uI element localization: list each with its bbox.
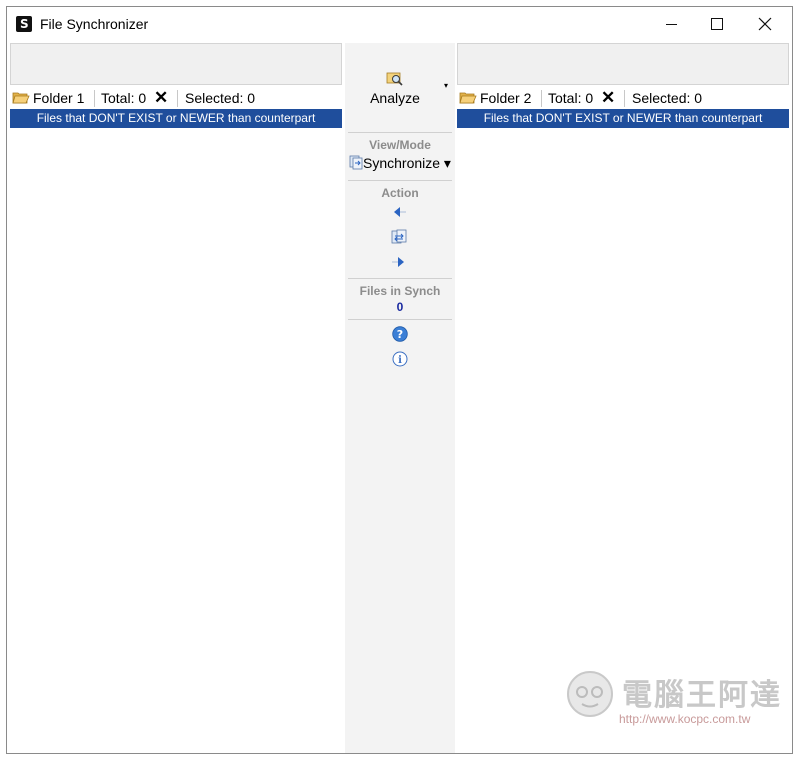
analyze-button[interactable]: Analyze xyxy=(345,90,445,106)
files-in-synch-heading: Files in Synch xyxy=(359,284,441,298)
open-folder-icon[interactable] xyxy=(12,91,30,104)
folder1-label[interactable]: Folder 1 xyxy=(33,90,84,106)
folder2-panel: Folder 2 Total: 0 ✕ Selected: 0 Files th… xyxy=(457,43,789,753)
folder2-selected: Selected: 0 xyxy=(632,90,703,106)
app-window: File Synchronizer Folder 1 Total: 0 ✕ Se… xyxy=(6,6,793,754)
close-icon xyxy=(758,17,772,31)
minimize-icon xyxy=(666,24,677,25)
section-divider xyxy=(348,180,452,181)
help-icon[interactable]: ? xyxy=(392,326,408,342)
copy-left-arrow-icon[interactable] xyxy=(390,204,408,220)
clear-selection-icon[interactable]: ✕ xyxy=(601,88,615,108)
folder2-label[interactable]: Folder 2 xyxy=(480,90,531,106)
maximize-button[interactable] xyxy=(694,7,740,41)
watermark-brand: 電腦王阿達 xyxy=(622,678,782,713)
svg-text:i: i xyxy=(398,355,402,366)
mascot-face-icon xyxy=(567,671,613,717)
analyze-icon[interactable] xyxy=(386,71,404,87)
app-logo-icon xyxy=(16,16,32,32)
title-bar: File Synchronizer xyxy=(7,7,792,41)
folder1-toolbar: Folder 1 Total: 0 ✕ Selected: 0 xyxy=(10,87,342,109)
section-divider xyxy=(348,278,452,279)
analyze-dropdown-icon[interactable]: ▾ xyxy=(444,81,448,90)
folder2-toolbar: Folder 2 Total: 0 ✕ Selected: 0 xyxy=(457,87,789,109)
view-mode-value: Synchronize ▾ xyxy=(363,155,451,171)
info-icon[interactable]: i xyxy=(392,351,408,367)
synchronize-icon xyxy=(349,155,363,170)
svg-text:?: ? xyxy=(397,328,403,341)
files-in-synch-count: 0 xyxy=(396,300,404,314)
folder1-total: Total: 0 xyxy=(101,90,147,106)
action-heading: Action xyxy=(381,186,419,200)
view-mode-dropdown[interactable]: Synchronize ▾ xyxy=(349,155,451,172)
folder1-filter-banner[interactable]: Files that DON'T EXIST or NEWER than cou… xyxy=(10,109,342,128)
toolbar-divider xyxy=(624,90,625,107)
folder2-filter-banner[interactable]: Files that DON'T EXIST or NEWER than cou… xyxy=(457,109,789,128)
clear-selection-icon[interactable]: ✕ xyxy=(154,88,168,108)
folder1-selected: Selected: 0 xyxy=(185,90,256,106)
view-mode-heading: View/Mode xyxy=(369,138,431,152)
toolbar-divider xyxy=(541,90,542,107)
section-divider xyxy=(348,319,452,320)
toolbar-divider xyxy=(177,90,178,107)
window-title: File Synchronizer xyxy=(40,16,149,32)
folder2-total: Total: 0 xyxy=(548,90,594,106)
minimize-button[interactable] xyxy=(648,7,694,41)
folder1-path-field[interactable] xyxy=(10,43,342,85)
kocpc-watermark: 電腦王阿達 http://www.kocpc.com.tw xyxy=(562,664,792,728)
close-button[interactable] xyxy=(742,7,788,41)
copy-right-arrow-icon[interactable] xyxy=(390,254,408,270)
sync-both-icon[interactable] xyxy=(390,229,408,245)
watermark-url: http://www.kocpc.com.tw xyxy=(619,712,751,726)
maximize-icon xyxy=(711,18,723,30)
open-folder-icon[interactable] xyxy=(459,91,477,104)
section-divider xyxy=(348,132,452,133)
folder1-panel: Folder 1 Total: 0 ✕ Selected: 0 Files th… xyxy=(10,43,342,753)
folder2-path-field[interactable] xyxy=(457,43,789,85)
center-control-panel: Analyze ▾ View/Mode Synchronize ▾ Action… xyxy=(345,43,455,753)
toolbar-divider xyxy=(94,90,95,107)
